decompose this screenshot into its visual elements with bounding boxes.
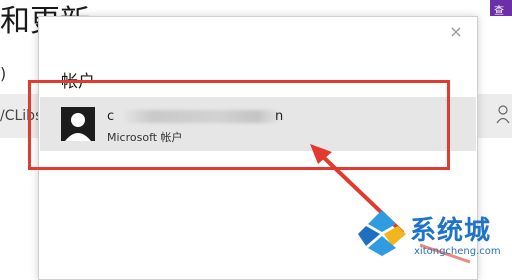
windows-logo-watermark-icon (358, 210, 406, 256)
watermark-url: xitongcheng.com (414, 246, 501, 257)
watermark-brand: 系统城 (410, 216, 492, 246)
